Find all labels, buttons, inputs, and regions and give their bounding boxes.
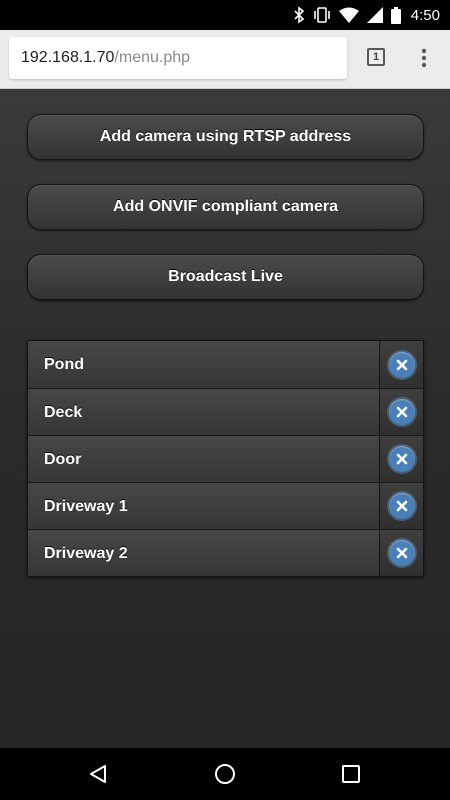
add-rtsp-camera-button[interactable]: Add camera using RTSP address — [27, 114, 424, 160]
delete-camera-button[interactable] — [379, 389, 423, 435]
delete-camera-button[interactable] — [379, 530, 423, 576]
home-icon — [215, 764, 235, 784]
delete-camera-button[interactable] — [379, 483, 423, 529]
phone-screen: 4:50 192.168.1.70/menu.php 1 Add camera … — [0, 0, 450, 800]
list-item: Driveway 2 — [28, 529, 423, 576]
battery-icon — [390, 6, 401, 24]
delete-camera-button[interactable] — [379, 341, 423, 388]
bluetooth-icon — [293, 6, 305, 24]
signal-icon — [366, 7, 383, 23]
list-item: Driveway 1 — [28, 482, 423, 529]
list-item: Deck — [28, 388, 423, 435]
address-bar[interactable]: 192.168.1.70/menu.php — [9, 37, 347, 79]
delete-icon — [388, 446, 415, 472]
add-onvif-camera-button[interactable]: Add ONVIF compliant camera — [27, 184, 424, 230]
delete-icon — [388, 493, 415, 519]
camera-name[interactable]: Door — [28, 436, 379, 482]
home-button[interactable] — [195, 748, 255, 800]
wifi-icon — [338, 7, 359, 23]
browser-toolbar: 192.168.1.70/menu.php 1 — [0, 30, 450, 89]
delete-icon — [388, 351, 415, 378]
tab-switcher-button[interactable]: 1 — [367, 48, 385, 66]
page-content: Add camera using RTSP address Add ONVIF … — [0, 89, 450, 748]
delete-camera-button[interactable] — [379, 436, 423, 482]
camera-name[interactable]: Pond — [28, 341, 379, 388]
status-bar: 4:50 — [0, 0, 450, 30]
url-path: /menu.php — [114, 49, 191, 66]
status-icons: 4:50 — [293, 0, 440, 30]
url-host: 192.168.1.70 — [21, 49, 115, 66]
back-icon — [90, 765, 106, 783]
broadcast-live-button[interactable]: Broadcast Live — [27, 254, 424, 300]
vibrate-icon — [313, 7, 331, 23]
status-time: 4:50 — [410, 6, 440, 24]
camera-name[interactable]: Driveway 2 — [28, 530, 379, 576]
delete-icon — [388, 399, 415, 425]
camera-name[interactable]: Deck — [28, 389, 379, 435]
list-item: Door — [28, 435, 423, 482]
overflow-menu-icon[interactable] — [418, 47, 430, 69]
list-item: Pond — [28, 341, 423, 388]
delete-icon — [388, 540, 415, 566]
recents-button[interactable] — [321, 748, 381, 800]
navigation-bar — [0, 748, 450, 800]
camera-name[interactable]: Driveway 1 — [28, 483, 379, 529]
back-button[interactable] — [68, 748, 128, 800]
camera-list: Pond Deck Door Driveway 1 Driveway 2 — [27, 340, 424, 577]
recents-icon — [342, 765, 360, 783]
